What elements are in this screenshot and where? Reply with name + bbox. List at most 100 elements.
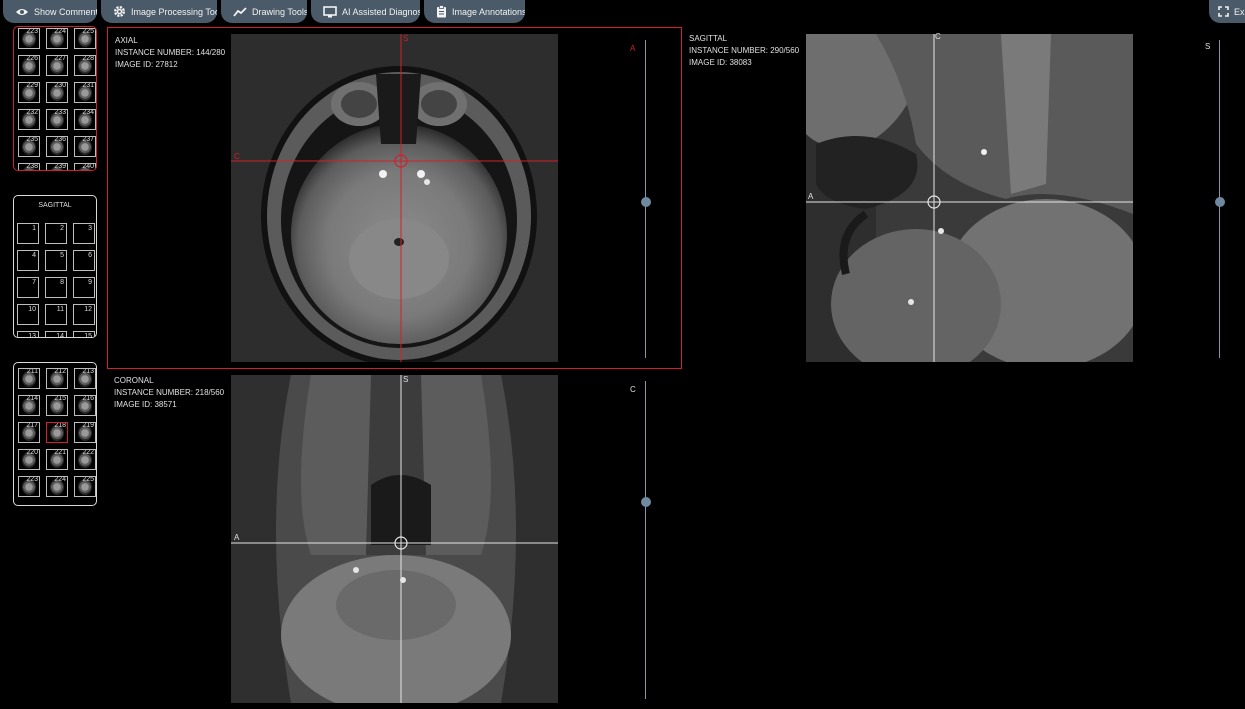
empty-thumbnail[interactable]: 1 <box>17 223 39 244</box>
thumbnail-number: 15 <box>84 333 92 338</box>
axial-thumbnail[interactable]: 225 <box>74 28 96 49</box>
axial-viewport[interactable]: AXIAL INSTANCE NUMBER: 144/280 IMAGE ID:… <box>108 28 681 368</box>
sagittal-slice-slider[interactable] <box>1215 40 1225 358</box>
axial-thumbnail[interactable]: 236 <box>46 136 68 157</box>
empty-thumbnail[interactable]: 5 <box>45 250 67 271</box>
drawing-tools-button[interactable]: Drawing Tools <box>221 0 307 23</box>
axial-thumbnail[interactable]: 235 <box>18 136 40 157</box>
sagittal-viewport[interactable]: SAGITTAL INSTANCE NUMBER: 290/560 IMAGE … <box>682 28 1245 368</box>
sagittal-slider-handle[interactable] <box>1215 197 1225 208</box>
empty-thumbnail[interactable]: 10 <box>17 304 39 325</box>
thumbnail-number: 217 <box>26 422 38 429</box>
coronal-thumbnail[interactable]: 223 <box>18 476 40 497</box>
thumbnail-number: 226 <box>26 55 38 62</box>
coronal-thumbnail[interactable]: 217 <box>18 422 40 443</box>
coronal-slider-track <box>645 381 646 699</box>
axial-image-id: IMAGE ID: 27812 <box>115 60 178 69</box>
axial-thumbnail[interactable]: 234 <box>74 109 96 130</box>
thumbnail-number: 237 <box>82 136 94 143</box>
axial-thumbnail[interactable]: 226 <box>18 55 40 76</box>
thumbnail-number: 14 <box>56 333 64 338</box>
coronal-thumbnail[interactable]: 225 <box>74 476 96 497</box>
thumbnail-number: 8 <box>60 279 64 286</box>
empty-thumbnail[interactable]: 4 <box>17 250 39 271</box>
axial-thumbnail[interactable]: 224 <box>46 28 68 49</box>
empty-thumbnail[interactable]: 6 <box>73 250 95 271</box>
thumbnail-number: 239 <box>54 163 66 170</box>
coronal-series-thumbnails[interactable]: 2082092102112122132142152162172182192202… <box>13 362 97 506</box>
coronal-orient-right: C <box>630 385 636 394</box>
coronal-viewport[interactable]: CORONAL INSTANCE NUMBER: 218/560 IMAGE I… <box>108 369 681 709</box>
gear-icon <box>113 5 126 18</box>
eye-icon <box>16 8 28 15</box>
coronal-slice-slider[interactable] <box>641 381 651 699</box>
coronal-thumbnail[interactable]: 219 <box>74 422 96 443</box>
image-processing-tools-button[interactable]: Image Processing Tools <box>101 0 217 23</box>
exit-fullscreen-button[interactable]: Ex <box>1209 0 1245 23</box>
axial-thumbnail[interactable]: 240 <box>74 163 96 170</box>
coronal-image[interactable] <box>231 375 558 703</box>
coronal-thumbnail[interactable]: 214 <box>18 395 40 416</box>
coronal-thumbnail[interactable]: 221 <box>46 449 68 470</box>
empty-thumbnail[interactable]: 11 <box>45 304 67 325</box>
axial-thumbnail[interactable]: 233 <box>46 109 68 130</box>
empty-thumbnail[interactable]: 12 <box>73 304 95 325</box>
empty-thumbnail[interactable]: 7 <box>17 277 39 298</box>
empty-thumbnail[interactable]: 3 <box>73 223 95 244</box>
axial-thumbnail[interactable]: 229 <box>18 82 40 103</box>
coronal-thumbnail[interactable]: 222 <box>74 449 96 470</box>
axial-series-thumbnails[interactable]: 223 224 225 226 227 228 229 230 231 232 233 234 235 2… <box>13 26 97 171</box>
axial-thumbnail[interactable]: 227 <box>46 55 68 76</box>
thumbnail-number: 4 <box>32 252 36 259</box>
empty-thumbnail[interactable]: 13 <box>17 331 39 337</box>
axial-thumbnail[interactable]: 231 <box>74 82 96 103</box>
axial-slider-handle[interactable] <box>641 197 651 208</box>
axial-slice-slider[interactable] <box>641 40 651 358</box>
sagittal-title: SAGITTAL <box>689 34 728 43</box>
coronal-thumbnail[interactable]: 213 <box>74 368 96 389</box>
thumbnail-number: 233 <box>54 109 66 116</box>
axial-thumbnail[interactable]: 232 <box>18 109 40 130</box>
thumbnail-number: 231 <box>82 82 94 89</box>
coronal-thumbnail[interactable]: 224 <box>46 476 68 497</box>
thumbnail-number: 216 <box>82 395 94 402</box>
coronal-thumbnail[interactable]: 220 <box>18 449 40 470</box>
axial-thumbnail[interactable]: 223 <box>18 28 40 49</box>
coronal-thumbnail[interactable]: 211 <box>18 368 40 389</box>
empty-thumbnail[interactable]: 14 <box>45 331 67 338</box>
sagittal-panel-title: SAGITTAL <box>38 202 72 209</box>
axial-thumbnail[interactable]: 239 <box>46 163 68 170</box>
empty-thumbnail[interactable]: 2 <box>45 223 67 244</box>
coronal-thumbnail[interactable]: 218 <box>46 422 68 443</box>
thumbnail-number: 213 <box>82 368 94 375</box>
coronal-thumbnail[interactable]: 216 <box>74 395 96 416</box>
coronal-thumbnail[interactable]: 212 <box>46 368 68 389</box>
thumbnail-number: 236 <box>54 136 66 143</box>
show-comments-button[interactable]: Show Comments <box>3 0 97 23</box>
axial-image[interactable] <box>231 34 558 362</box>
sagittal-series-thumbnails[interactable]: SAGITTAL 1 2 3 4 5 6 7 8 9 10 11 12 13 14 15 <box>13 195 97 338</box>
thumbnail-number: 10 <box>28 306 36 313</box>
axial-thumbnail[interactable]: 237 <box>74 136 96 157</box>
empty-thumbnail[interactable]: 15 <box>73 331 95 338</box>
ai-assisted-diagnosis-button[interactable]: AI Assisted Diagnosis <box>311 0 420 23</box>
coronal-image-id: IMAGE ID: 38571 <box>114 400 177 409</box>
sagittal-orient-right: S <box>1205 42 1211 51</box>
thumbnail-number: 222 <box>82 449 94 456</box>
coronal-thumbnail[interactable]: 215 <box>46 395 68 416</box>
sagittal-image[interactable] <box>806 34 1133 362</box>
empty-thumbnail[interactable]: 8 <box>45 277 67 298</box>
empty-thumbnail[interactable]: 9 <box>73 277 95 298</box>
axial-thumbnail[interactable]: 238 <box>18 163 40 170</box>
sagittal-info: SAGITTAL INSTANCE NUMBER: 290/560 IMAGE … <box>689 33 799 69</box>
ai-assisted-diagnosis-label: AI Assisted Diagnosis <box>342 6 420 17</box>
image-annotations-button[interactable]: Image Annotations <box>424 0 525 23</box>
axial-thumbnail[interactable]: 228 <box>74 55 96 76</box>
thumbnail-number: 221 <box>54 449 66 456</box>
sagittal-instance-number: INSTANCE NUMBER: 290/560 <box>689 46 800 55</box>
exit-fullscreen-label: Ex <box>1234 6 1245 17</box>
axial-thumbnail[interactable]: 230 <box>46 82 68 103</box>
coronal-slider-handle[interactable] <box>641 496 651 507</box>
thumbnail-number: 238 <box>26 163 38 170</box>
thumbnail-number: 234 <box>82 109 94 116</box>
